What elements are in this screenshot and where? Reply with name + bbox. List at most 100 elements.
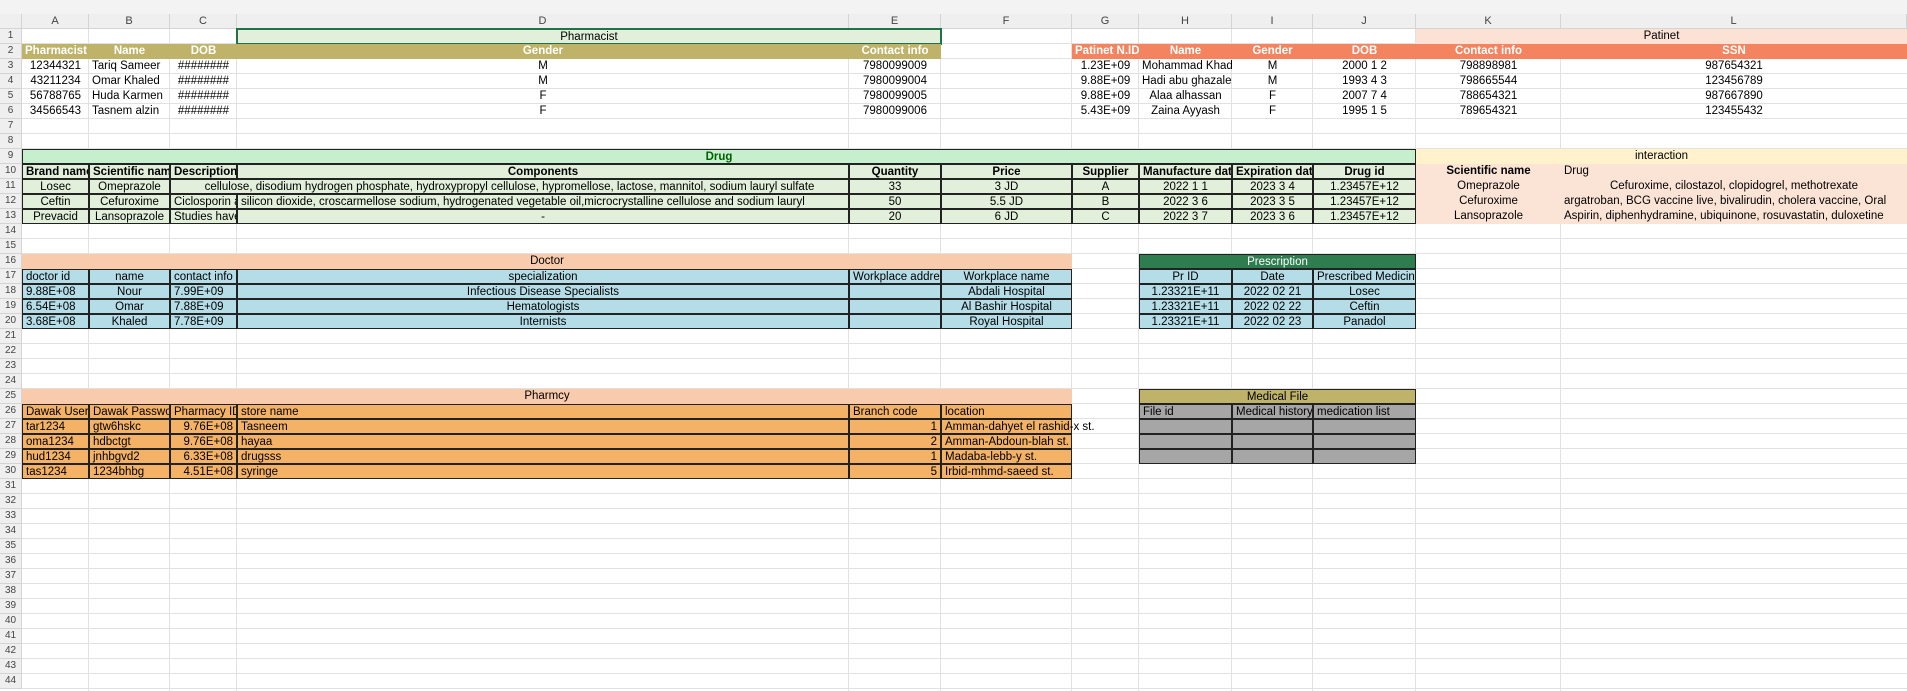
cell-d5[interactable]: F (237, 89, 849, 104)
cell-h6[interactable]: Zaina Ayyash (1139, 104, 1232, 119)
cell-c17[interactable]: contact info (170, 269, 237, 284)
select-all-corner[interactable] (0, 14, 22, 29)
cell-i28[interactable] (1232, 434, 1313, 449)
cell-d12[interactable]: silicon dioxide, croscarmellose sodium, … (237, 194, 849, 209)
row-header-10[interactable]: 10 (0, 164, 22, 179)
cell-d1-e1[interactable]: Pharmacist (236, 28, 942, 45)
cell-h5[interactable]: Alaa alhassan (1139, 89, 1232, 104)
row-header-27[interactable]: 27 (0, 419, 22, 434)
cell-e5[interactable]: 7980099005 (849, 89, 941, 104)
column-header-L[interactable]: L (1561, 14, 1907, 29)
cell-b4[interactable]: Omar Khaled (89, 74, 170, 89)
cell-b3[interactable]: Tariq Sameer (89, 59, 170, 74)
cell-b26[interactable]: Dawak Password (89, 404, 170, 419)
row-header-13[interactable]: 13 (0, 209, 22, 224)
cell-a5[interactable]: 56788765 (22, 89, 89, 104)
row-header-44[interactable]: 44 (0, 674, 22, 689)
cell-l2[interactable]: SSN (1561, 44, 1907, 59)
cell-h11[interactable]: 2022 1 1 (1139, 179, 1232, 194)
cell-a19[interactable]: 6.54E+08 (22, 299, 89, 314)
cell-a11[interactable]: Losec (22, 179, 89, 194)
cell-i29[interactable] (1232, 449, 1313, 464)
row-header-37[interactable]: 37 (0, 569, 22, 584)
cell-d28[interactable]: hayaa (237, 434, 849, 449)
cell-h12[interactable]: 2022 3 6 (1139, 194, 1232, 209)
cell-b10[interactable]: Scientific name (89, 164, 170, 179)
cell-k5[interactable]: 788654321 (1416, 89, 1561, 104)
cell-h3[interactable]: Mohammad Khaded (1139, 59, 1232, 74)
cell-a6[interactable]: 34566543 (22, 104, 89, 119)
row-header-1[interactable]: 1 (0, 29, 22, 44)
row-header-34[interactable]: 34 (0, 524, 22, 539)
row-header-28[interactable]: 28 (0, 434, 22, 449)
cell-e19[interactable] (849, 299, 941, 314)
cell-i13[interactable]: 2023 3 6 (1232, 209, 1313, 224)
cell-k9-l9[interactable]: interaction (1416, 149, 1907, 164)
cell-j29[interactable] (1313, 449, 1416, 464)
cell-g2[interactable]: Patinet N.ID (1072, 44, 1139, 59)
cell-l5[interactable]: 987667890 (1561, 89, 1907, 104)
cell-a30[interactable]: tas1234 (22, 464, 89, 479)
cell-k2[interactable]: Contact info (1416, 44, 1561, 59)
cell-i26[interactable]: Medical history (1232, 404, 1313, 419)
row-header-9[interactable]: 9 (0, 149, 22, 164)
cell-h17[interactable]: Pr ID (1139, 269, 1232, 284)
row-header-33[interactable]: 33 (0, 509, 22, 524)
row-header-11[interactable]: 11 (0, 179, 22, 194)
cell-a28[interactable]: oma1234 (22, 434, 89, 449)
row-header-20[interactable]: 20 (0, 314, 22, 329)
cell-i17[interactable]: Date (1232, 269, 1313, 284)
row-header-26[interactable]: 26 (0, 404, 22, 419)
cell-e18[interactable] (849, 284, 941, 299)
cell-l4[interactable]: 123456789 (1561, 74, 1907, 89)
cell-a9-j9[interactable]: Drug (22, 149, 1416, 164)
cell-e28[interactable]: 2 (849, 434, 941, 449)
cell-l13[interactable]: Aspirin, diphenhydramine, ubiquinone, ro… (1561, 209, 1907, 224)
cell-l3[interactable]: 987654321 (1561, 59, 1907, 74)
cell-b19[interactable]: Omar (89, 299, 170, 314)
row-header-7[interactable]: 7 (0, 119, 22, 134)
cell-j28[interactable] (1313, 434, 1416, 449)
cell-g13[interactable]: C (1072, 209, 1139, 224)
cell-j13[interactable]: 1.23457E+12 (1313, 209, 1416, 224)
row-header-12[interactable]: 12 (0, 194, 22, 209)
column-header-G[interactable]: G (1072, 14, 1139, 29)
row-header-41[interactable]: 41 (0, 629, 22, 644)
cell-b13[interactable]: Lansoprazole (89, 209, 170, 224)
row-header-3[interactable]: 3 (0, 59, 22, 74)
cell-k3[interactable]: 798898981 (1416, 59, 1561, 74)
cell-b2[interactable]: Name (89, 44, 170, 59)
cell-g11[interactable]: A (1072, 179, 1139, 194)
column-header-B[interactable]: B (89, 14, 170, 29)
column-header-E[interactable]: E (849, 14, 941, 29)
cell-g12[interactable]: B (1072, 194, 1139, 209)
cell-d19[interactable]: Hematologists (237, 299, 849, 314)
cell-j3[interactable]: 2000 1 2 (1313, 59, 1416, 74)
cell-a16-f16[interactable]: Doctor (22, 254, 1072, 269)
cell-e10[interactable]: Quantity (849, 164, 941, 179)
row-header-23[interactable]: 23 (0, 359, 22, 374)
cell-d3[interactable]: M (237, 59, 849, 74)
cell-d10[interactable]: Components (237, 164, 849, 179)
cell-a17[interactable]: doctor id (22, 269, 89, 284)
row-header-36[interactable]: 36 (0, 554, 22, 569)
cell-e11[interactable]: 33 (849, 179, 941, 194)
cell-e13[interactable]: 20 (849, 209, 941, 224)
cell-j5[interactable]: 2007 7 4 (1313, 89, 1416, 104)
cell-l10[interactable]: Drug (1561, 164, 1907, 179)
cell-b18[interactable]: Nour (89, 284, 170, 299)
cell-c2[interactable]: DOB (170, 44, 237, 59)
cell-a29[interactable]: hud1234 (22, 449, 89, 464)
cell-d4[interactable]: M (237, 74, 849, 89)
cell-h26[interactable]: File id (1139, 404, 1232, 419)
cell-i12[interactable]: 2023 3 5 (1232, 194, 1313, 209)
cell-h10[interactable]: Manufacture date (1139, 164, 1232, 179)
column-header-C[interactable]: C (170, 14, 237, 29)
cell-c28[interactable]: 9.76E+08 (170, 434, 237, 449)
cell-j20[interactable]: Panadol (1313, 314, 1416, 329)
cell-f29[interactable]: Madaba-lebb-y st. (941, 449, 1072, 464)
cell-d20[interactable]: Internists (237, 314, 849, 329)
cell-i5[interactable]: F (1232, 89, 1313, 104)
cell-b30[interactable]: 1234bhbg (89, 464, 170, 479)
row-header-39[interactable]: 39 (0, 599, 22, 614)
